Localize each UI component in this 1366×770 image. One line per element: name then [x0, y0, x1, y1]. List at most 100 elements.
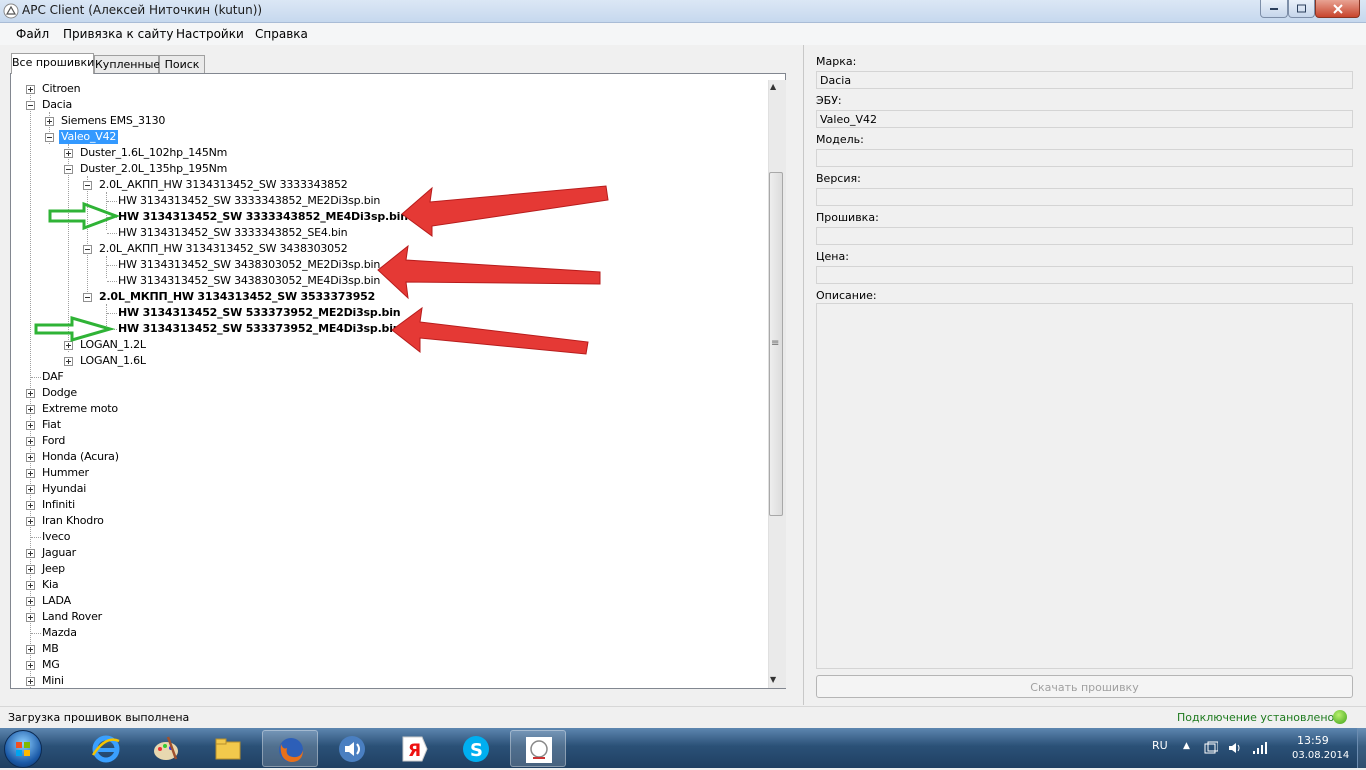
start-button[interactable] [4, 730, 42, 768]
expander[interactable] [26, 485, 35, 494]
expander[interactable] [64, 341, 73, 350]
expander[interactable] [26, 661, 35, 670]
tab-search[interactable]: Поиск [159, 55, 205, 73]
minimize-button[interactable] [1260, 0, 1288, 18]
expander[interactable] [26, 501, 35, 510]
tree-node-brand[interactable]: DAF [42, 370, 64, 384]
tree-node-brand[interactable]: LADA [42, 594, 71, 608]
expander[interactable] [83, 293, 92, 302]
firmware-field[interactable] [816, 227, 1353, 245]
tree-node-citroen[interactable]: Citroen [42, 82, 81, 96]
tree-node-brand[interactable]: Fiat [42, 418, 61, 432]
expander[interactable] [26, 453, 35, 462]
taskbar-explorer[interactable] [200, 730, 256, 767]
tree-node-duster-16[interactable]: Duster_1.6L_102hp_145Nm [80, 146, 227, 160]
menu-file[interactable]: Файл [16, 27, 49, 41]
expander[interactable] [64, 165, 73, 174]
ecu-field[interactable]: Valeo_V42 [816, 110, 1353, 128]
expander[interactable] [64, 357, 73, 366]
expander[interactable] [26, 469, 35, 478]
close-button[interactable] [1315, 0, 1360, 18]
tree-node-brand[interactable]: Land Rover [42, 610, 102, 624]
scroll-down-arrow-icon[interactable]: ▼ [770, 675, 776, 684]
tree-node-mkpp[interactable]: 2.0L_МКПП_HW 3134313452_SW 3533373952 [99, 290, 375, 304]
expander[interactable] [26, 389, 35, 398]
expander[interactable] [26, 613, 35, 622]
clock-date[interactable]: 03.08.2014 [1292, 750, 1349, 761]
expander[interactable] [26, 437, 35, 446]
taskbar-firefox[interactable] [262, 730, 318, 767]
tree-node-dacia[interactable]: Dacia [42, 98, 72, 112]
taskbar-apc-client[interactable] [510, 730, 566, 767]
tree-node-valeo-selected[interactable]: Valeo_V42 [59, 130, 119, 144]
tree-node-brand[interactable]: Dodge [42, 386, 77, 400]
expander[interactable] [26, 581, 35, 590]
taskbar-paint[interactable] [138, 730, 194, 767]
taskbar-yandex[interactable]: Я [386, 730, 442, 767]
tree-node-brand[interactable]: MG [42, 658, 60, 672]
tree-file[interactable]: HW 3134313452_SW 3333343852_ME2Di3sp.bin [118, 194, 380, 208]
expander[interactable] [26, 517, 35, 526]
tree-node-akpp-2[interactable]: 2.0L_АКПП_HW 3134313452_SW 3438303052 [99, 242, 348, 256]
taskbar-media[interactable] [324, 730, 380, 767]
price-field[interactable] [816, 266, 1353, 284]
download-firmware-button[interactable]: Скачать прошивку [816, 675, 1353, 698]
tree-node-brand[interactable]: MB [42, 642, 59, 656]
tray-network-icon[interactable] [1204, 741, 1218, 755]
expander[interactable] [83, 181, 92, 190]
keyboard-language[interactable]: RU [1152, 739, 1168, 752]
make-field[interactable]: Dacia [816, 71, 1353, 89]
tree-node-brand[interactable]: Mazda [42, 626, 77, 640]
scroll-up-arrow-icon[interactable]: ▲ [770, 82, 776, 91]
tray-signal-icon[interactable] [1252, 741, 1268, 755]
tree-file-bought[interactable]: HW 3134313452_SW 533373952_ME4Di3sp.bin [118, 322, 401, 336]
tray-volume-icon[interactable] [1228, 741, 1242, 755]
description-box[interactable] [816, 303, 1353, 669]
expander[interactable] [45, 117, 54, 126]
menu-site-binding[interactable]: Привязка к сайту [63, 27, 173, 41]
clock-time[interactable]: 13:59 [1297, 734, 1329, 747]
version-field[interactable] [816, 188, 1353, 206]
tree-node-brand[interactable]: Mini [42, 674, 64, 688]
show-desktop-button[interactable] [1357, 728, 1366, 768]
expander[interactable] [64, 149, 73, 158]
tree-node-brand[interactable]: Extreme moto [42, 402, 118, 416]
expander[interactable] [26, 101, 35, 110]
tab-bought[interactable]: Купленные [94, 55, 160, 73]
pane-splitter[interactable] [803, 45, 804, 705]
tree-node-brand[interactable]: Ford [42, 434, 65, 448]
maximize-button[interactable] [1288, 0, 1315, 18]
menu-help[interactable]: Справка [255, 27, 308, 41]
tab-all-firmware[interactable]: Все прошивки [11, 53, 94, 74]
expander[interactable] [26, 85, 35, 94]
tree-node-brand[interactable]: Hummer [42, 466, 89, 480]
expander[interactable] [26, 565, 35, 574]
expander[interactable] [26, 677, 35, 686]
tree-node-akpp-1[interactable]: 2.0L_АКПП_HW 3134313452_SW 3333343852 [99, 178, 348, 192]
expander[interactable] [26, 405, 35, 414]
menu-settings[interactable]: Настройки [176, 27, 244, 41]
tree-node-siemens[interactable]: Siemens EMS_3130 [61, 114, 165, 128]
tree-file-bought[interactable]: HW 3134313452_SW 3333343852_ME4Di3sp.bin [118, 210, 408, 224]
tree-node-brand[interactable]: Iran Khodro [42, 514, 104, 528]
tree-node-logan-16[interactable]: LOGAN_1.6L [80, 354, 146, 368]
tree-file[interactable]: HW 3134313452_SW 3438303052_ME4Di3sp.bin [118, 274, 380, 288]
tree-node-brand[interactable]: Jaguar [42, 546, 76, 560]
tray-expand-icon[interactable]: ▲ [1183, 741, 1190, 751]
firmware-tree[interactable]: Citroen Dacia Siemens EMS_3130 Valeo_V42… [10, 73, 786, 689]
tree-node-brand[interactable]: Iveco [42, 530, 71, 544]
expander[interactable] [83, 245, 92, 254]
tree-node-brand[interactable]: Hyundai [42, 482, 86, 496]
tree-file[interactable]: HW 3134313452_SW 3438303052_ME2Di3sp.bin [118, 258, 380, 272]
expander[interactable] [26, 597, 35, 606]
taskbar-skype[interactable]: S [448, 730, 504, 767]
expander[interactable] [26, 645, 35, 654]
tree-node-brand[interactable]: Jeep [42, 562, 65, 576]
expander[interactable] [26, 549, 35, 558]
tree-node-brand[interactable]: Infiniti [42, 498, 75, 512]
tree-node-brand[interactable]: Kia [42, 578, 59, 592]
expander[interactable] [45, 133, 54, 142]
tree-node-duster-20[interactable]: Duster_2.0L_135hp_195Nm [80, 162, 227, 176]
tree-node-logan-12[interactable]: LOGAN_1.2L [80, 338, 146, 352]
model-field[interactable] [816, 149, 1353, 167]
